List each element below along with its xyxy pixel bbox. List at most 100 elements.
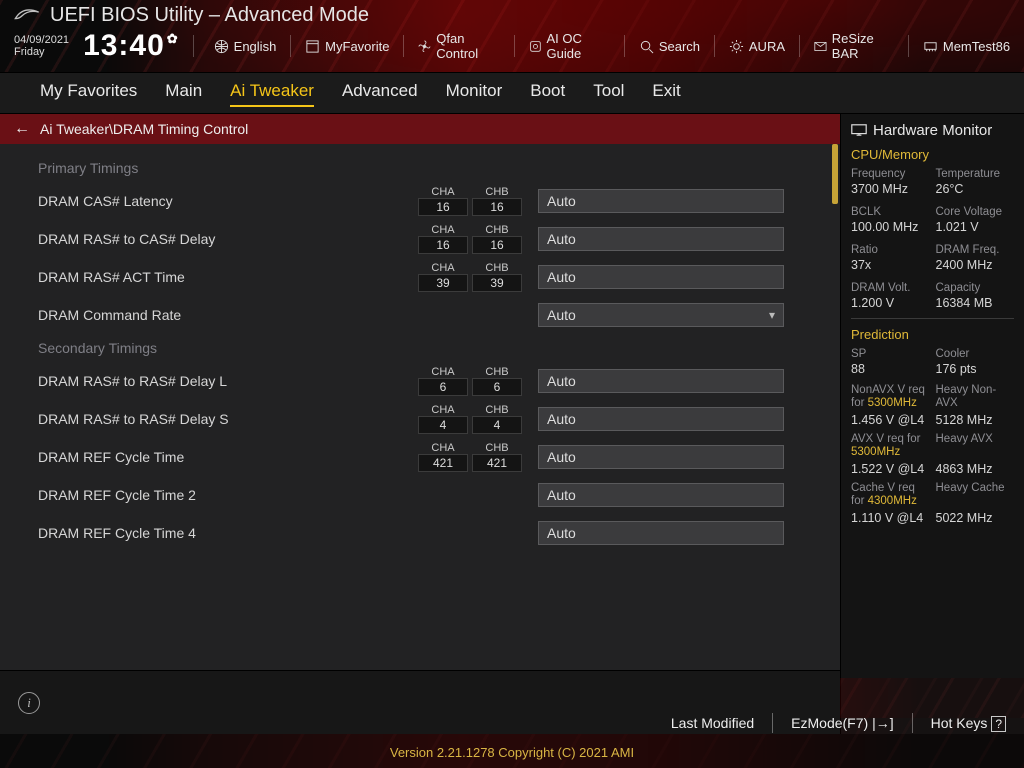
tool-search[interactable]: Search <box>639 39 700 54</box>
last-modified-button[interactable]: Last Modified <box>671 715 754 731</box>
setting-label: DRAM REF Cycle Time 2 <box>38 487 408 503</box>
setting-input[interactable]: Auto <box>538 227 784 251</box>
cha-cell: CHA6 <box>418 366 468 396</box>
setting-label: DRAM CAS# Latency <box>38 193 408 209</box>
hotkeys-button[interactable]: Hot Keys ? <box>931 715 1006 731</box>
search-icon <box>639 39 654 54</box>
separator <box>908 35 909 57</box>
setting-row: DRAM RAS# to CAS# DelayCHA16CHB16Auto <box>38 220 820 258</box>
tab-boot[interactable]: Boot <box>530 81 565 107</box>
separator <box>514 35 515 57</box>
vcore-value: 1.021 V <box>936 220 1015 234</box>
memtest-icon <box>923 39 938 54</box>
setting-input[interactable]: Auto <box>538 369 784 393</box>
temp-value: 26°C <box>936 182 1015 196</box>
dramv-value: 1.200 V <box>851 296 930 310</box>
setting-value: Auto <box>547 193 576 209</box>
setting-label: DRAM REF Cycle Time <box>38 449 408 465</box>
chb-cell: CHB4 <box>472 404 522 434</box>
dramf-label: DRAM Freq. <box>936 244 1015 256</box>
setting-row: DRAM RAS# ACT TimeCHA39CHB39Auto <box>38 258 820 296</box>
date-text: 04/09/2021 <box>14 34 69 46</box>
setting-row: DRAM REF Cycle Time 2 Auto <box>38 476 820 514</box>
setting-value: Auto <box>547 307 576 323</box>
prediction-grid-detail: NonAVX V req for 5300MHz Heavy Non-AVX 1… <box>851 384 1014 529</box>
setting-input[interactable]: Auto <box>538 189 784 213</box>
setting-label: DRAM Command Rate <box>38 307 408 323</box>
heavy-avx-label: Heavy AVX <box>936 433 1015 459</box>
rog-eye-icon <box>14 7 40 25</box>
sidebar-title: Hardware Monitor <box>873 122 992 139</box>
cooler-label: Cooler <box>936 348 1015 360</box>
cpu-mem-grid: Frequency Temperature 3700 MHz 26°C BCLK… <box>851 168 1014 310</box>
tool-aioc[interactable]: AI OC Guide <box>529 31 610 61</box>
setting-label: DRAM RAS# to RAS# Delay L <box>38 373 408 389</box>
chb-cell: CHB16 <box>472 186 522 216</box>
section-title: Primary Timings <box>38 160 820 176</box>
heavy-cache-value: 5022 MHz <box>936 511 1015 525</box>
ezmode-button[interactable]: EzMode(F7) |→] <box>791 715 893 731</box>
bclk-label: BCLK <box>851 206 930 218</box>
prediction-grid-top: SP Cooler 88 176 pts <box>851 348 1014 376</box>
tool-links: English MyFavorite Qfan Control AI OC Guide… <box>214 31 1010 61</box>
sidebar-section-prediction: Prediction <box>851 327 1014 342</box>
sp-value: 88 <box>851 362 930 376</box>
separator <box>799 35 800 57</box>
cap-label: Capacity <box>936 282 1015 294</box>
setting-input[interactable]: Auto <box>538 407 784 431</box>
setting-input[interactable]: Auto <box>538 521 784 545</box>
scrollbar-thumb[interactable] <box>832 144 838 204</box>
setting-dropdown[interactable]: Auto <box>538 303 784 327</box>
ratio-label: Ratio <box>851 244 930 256</box>
tab-my-favorites[interactable]: My Favorites <box>40 81 137 107</box>
myfavorite-icon <box>305 39 320 54</box>
tab-bar: My Favorites Main Ai Tweaker Advanced Monito… <box>0 72 1024 114</box>
tool-aura[interactable]: AURA <box>729 39 785 54</box>
tool-myfavorite[interactable]: MyFavorite <box>305 39 389 54</box>
ratio-value: 37x <box>851 258 930 272</box>
app-title: UEFI BIOS Utility – Advanced Mode <box>50 4 369 27</box>
dramf-value: 2400 MHz <box>936 258 1015 272</box>
setting-value: Auto <box>547 269 576 285</box>
tab-monitor[interactable]: Monitor <box>446 81 503 107</box>
setting-input[interactable]: Auto <box>538 265 784 289</box>
bclk-value: 100.00 MHz <box>851 220 930 234</box>
setting-label: DRAM REF Cycle Time 4 <box>38 525 408 541</box>
setting-value: Auto <box>547 525 576 541</box>
nonavx-req-value: 1.456 V @L4 <box>851 413 930 427</box>
tool-label: MemTest86 <box>943 39 1010 54</box>
tool-language[interactable]: English <box>214 39 277 54</box>
tool-resizebar[interactable]: ReSize BAR <box>814 31 894 61</box>
section-title: Secondary Timings <box>38 340 820 356</box>
tab-advanced[interactable]: Advanced <box>342 81 418 107</box>
back-arrow-icon[interactable]: ← <box>14 120 30 138</box>
date-block: 04/09/2021 Friday <box>14 34 69 58</box>
tab-exit[interactable]: Exit <box>652 81 680 107</box>
language-icon <box>214 39 229 54</box>
main-panel: ← Ai Tweaker\DRAM Timing Control Primary… <box>0 114 840 734</box>
tool-label: AURA <box>749 39 785 54</box>
version-text: Version 2.21.1278 Copyright (C) 2021 AMI <box>0 739 1024 768</box>
channel-readout: CHA16CHB16 <box>418 224 522 254</box>
sidebar-section-cpu: CPU/Memory <box>851 147 1014 162</box>
tab-tool[interactable]: Tool <box>593 81 624 107</box>
tab-main[interactable]: Main <box>165 81 202 107</box>
separator <box>193 35 194 57</box>
clock[interactable]: 13:40 ✿ <box>83 29 179 63</box>
freq-label: Frequency <box>851 168 930 180</box>
channel-readout: CHA6CHB6 <box>418 366 522 396</box>
setting-input[interactable]: Auto <box>538 445 784 469</box>
gear-icon[interactable]: ✿ <box>167 31 179 47</box>
tool-qfan[interactable]: Qfan Control <box>418 31 499 61</box>
tab-ai-tweaker[interactable]: Ai Tweaker <box>230 81 314 107</box>
setting-value: Auto <box>547 411 576 427</box>
tool-memtest[interactable]: MemTest86 <box>923 39 1010 54</box>
cha-cell: CHA421 <box>418 442 468 472</box>
nonavx-req-label: NonAVX V req for 5300MHz <box>851 384 930 410</box>
header: UEFI BIOS Utility – Advanced Mode 04/09/… <box>0 0 1024 72</box>
setting-input[interactable]: Auto <box>538 483 784 507</box>
monitor-icon <box>851 124 867 138</box>
heavy-avx-value: 4863 MHz <box>936 462 1015 476</box>
setting-value: Auto <box>547 373 576 389</box>
separator <box>403 35 404 57</box>
